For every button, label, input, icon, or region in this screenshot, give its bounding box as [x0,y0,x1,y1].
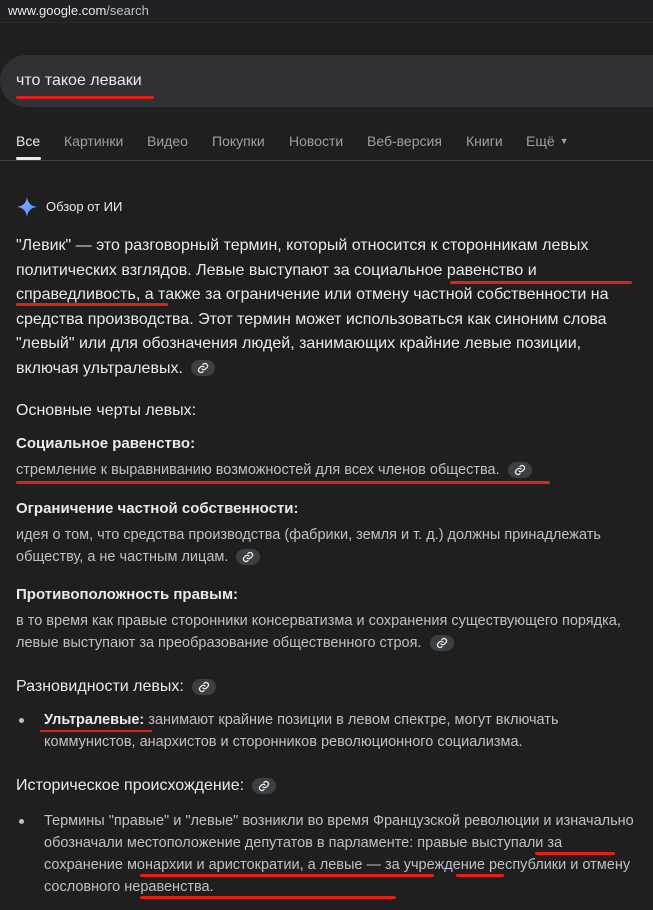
feature-title: Ограничение частной собственности: [16,500,299,517]
source-link-button[interactable] [507,462,532,479]
sparkle-icon [16,196,38,218]
ai-overview-intro: "Левик" — это разговорный термин, которы… [16,237,609,377]
annotation-underline [450,281,632,284]
annotation-underline [16,303,168,306]
search-query[interactable]: что такое леваки [16,72,142,90]
feature-text: идея о том, что средства производства (ф… [16,527,601,566]
link-icon [199,681,210,692]
tab-more[interactable]: Ещё ▼ [526,133,569,149]
feature-text: стремление к выравниванию возможностей д… [16,459,636,481]
annotation-underline [140,874,434,877]
url-text: www.google.com/search [8,3,149,18]
list-bullet [19,718,24,723]
address-bar[interactable]: www.google.com/search [0,0,653,23]
source-link-button[interactable] [429,635,454,652]
tab-books[interactable]: Книги [466,133,503,149]
link-icon [198,363,209,374]
varieties-heading: Разновидности левых: [16,678,217,696]
annotation-underline [16,96,154,99]
tab-web[interactable]: Веб-версия [367,133,442,149]
features-heading: Основные черты левых: [16,402,197,419]
ai-overview-title: Обзор от ИИ [46,199,123,214]
link-icon [436,638,447,649]
tab-all[interactable]: Все [16,133,40,149]
annotation-underline [16,481,550,484]
list-item-term: Ультралевые: [44,712,145,728]
link-icon [514,465,525,476]
feature-text: в то время как правые сторонники консерв… [16,613,621,652]
history-heading: Историческое происхождение: [16,777,277,795]
tabs-divider [0,160,653,161]
dropdown-arrow-icon: ▼ [559,136,569,146]
tab-news[interactable]: Новости [289,133,343,149]
annotation-underline [140,896,396,899]
feature-title: Противоположность правым: [16,586,239,603]
source-link-button[interactable] [252,777,277,794]
list-bullet [19,819,24,824]
annotation-underline [535,852,615,855]
source-link-button[interactable] [236,549,261,566]
tab-images[interactable]: Картинки [64,133,123,149]
tab-video[interactable]: Видео [147,133,188,149]
annotation-underline [456,874,504,877]
tab-shopping[interactable]: Покупки [212,133,265,149]
search-box[interactable]: что такое леваки [0,55,653,107]
feature-title: Социальное равенство: [16,435,196,452]
source-link-button[interactable] [191,360,216,377]
source-link-button[interactable] [192,678,217,695]
link-icon [243,552,254,563]
annotation-underline [40,730,152,732]
link-icon [259,780,270,791]
